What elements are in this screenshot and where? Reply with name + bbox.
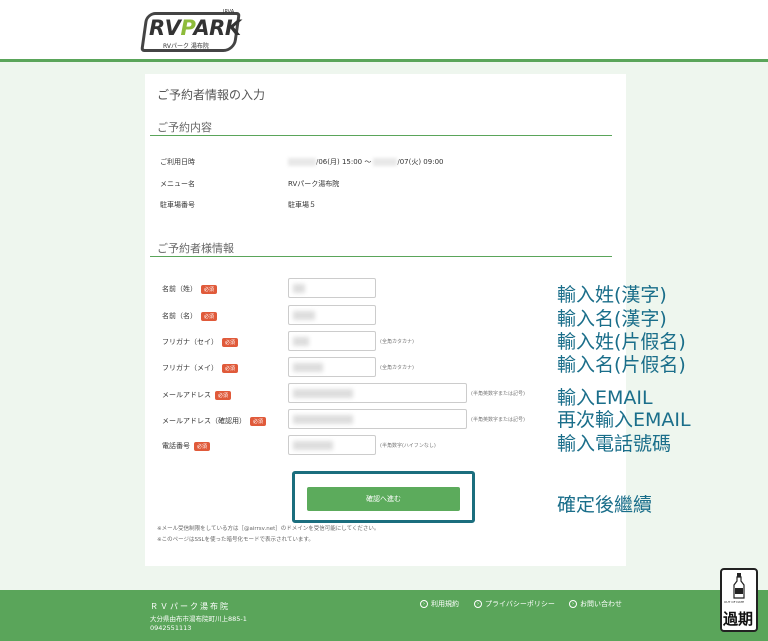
reservation-value-datetime: /06(月) 15:00 ～/07(火) 09:00: [288, 157, 444, 167]
email-input[interactable]: [288, 383, 467, 403]
chevron-right-icon: ›: [569, 600, 577, 608]
stamp-subtitle: OUT OF DATE: [724, 600, 745, 604]
stamp-label: 過期: [723, 610, 754, 628]
redacted-date: [373, 158, 398, 166]
reservation-section-title: ご予約内容: [157, 121, 212, 134]
footer-link-terms[interactable]: › 利用規約: [420, 599, 459, 609]
email-confirm-input[interactable]: [288, 409, 467, 429]
reservation-divider: [150, 135, 612, 136]
reservation-value-menu: RVパーク湯布院: [288, 180, 340, 188]
redacted-date: [288, 158, 316, 166]
footer-phone: 0942551113: [150, 624, 192, 632]
email-hint: (半角英数字または記号): [471, 417, 525, 423]
field-label-email-confirm: メールアドレス（確認用） 必須: [162, 416, 267, 426]
last-name-kana-input[interactable]: [288, 331, 376, 351]
reservation-label-menu: メニュー名: [160, 180, 195, 188]
reservation-label-datetime: ご利用日時: [160, 158, 195, 166]
footer-link-contact[interactable]: › お問い合わせ: [569, 599, 622, 609]
reservation-value-parking: 駐車場５: [288, 201, 316, 209]
phone-input[interactable]: [288, 435, 376, 455]
annotation-first-name-kana: 輸入名(片假名): [557, 354, 686, 376]
field-label-last-name: 名前（姓） 必須: [162, 284, 218, 294]
field-label-first-name: 名前（名） 必須: [162, 311, 218, 321]
note-ssl: ※このページはSSLを使った暗号化モードで表示されています。: [157, 537, 314, 543]
annotation-email-confirm: 再次輸入EMAIL: [557, 409, 691, 431]
last-name-input[interactable]: [288, 278, 376, 298]
footer-address: 大分県由布市湯布院町川上885-1: [150, 615, 247, 623]
customer-divider: [150, 256, 612, 257]
required-badge: 必須: [201, 284, 218, 294]
milk-bottle-icon: [733, 573, 745, 599]
page-title: ご予約者情報の入力: [157, 88, 266, 102]
field-label-phone: 電話番号 必須: [162, 441, 211, 451]
annotation-phone: 輸入電話號碼: [557, 433, 672, 455]
first-name-input[interactable]: [288, 305, 376, 325]
field-label-email: メールアドレス 必須: [162, 390, 232, 400]
footer-link-privacy[interactable]: › プライバシーポリシー: [474, 599, 555, 609]
field-label-last-name-kana: フリガナ（セイ） 必須: [162, 337, 239, 347]
kana-hint: (全角カタカナ): [380, 339, 414, 345]
reservation-label-parking: 駐車場番号: [160, 201, 195, 209]
customer-section-title: ご予約者様情報: [157, 242, 234, 255]
field-label-first-name-kana: フリガナ（メイ） 必須: [162, 363, 239, 373]
expired-stamp: OUT OF DATE 過期: [720, 568, 758, 632]
chevron-right-icon: ›: [420, 600, 428, 608]
confirm-button[interactable]: 確認へ進む: [307, 487, 460, 511]
site-header: RVPARK RVパーク 湯布院 JRVA: [0, 0, 768, 62]
required-badge: 必須: [194, 441, 211, 451]
phone-hint: (半角数字(ハイフンなし): [380, 443, 436, 449]
required-badge: 必須: [250, 416, 267, 426]
annotation-submit: 確定後繼續: [557, 494, 653, 516]
footer-business-name: ＲＶパーク湯布院: [150, 602, 230, 611]
required-badge: 必須: [215, 390, 232, 400]
annotation-last-name: 輸入姓(漢字): [557, 284, 667, 306]
logo-tag: JRVA: [223, 9, 235, 15]
note-email-domain: ※メール受信制限をしている方は［@airrsv.net］のドメインを受信可能にし…: [157, 526, 380, 532]
required-badge: 必須: [222, 363, 239, 373]
required-badge: 必須: [222, 337, 239, 347]
first-name-kana-input[interactable]: [288, 357, 376, 377]
chevron-right-icon: ›: [474, 600, 482, 608]
kana-hint: (全角カタカナ): [380, 365, 414, 371]
rvpark-logo[interactable]: RVPARK RVパーク 湯布院 JRVA: [140, 9, 241, 52]
site-footer: [0, 590, 768, 641]
logo-wordmark: RVPARK: [149, 16, 241, 40]
required-badge: 必須: [201, 311, 218, 321]
logo-subtitle: RVパーク 湯布院: [163, 43, 209, 50]
email-hint: (半角英数字または記号): [471, 391, 525, 397]
